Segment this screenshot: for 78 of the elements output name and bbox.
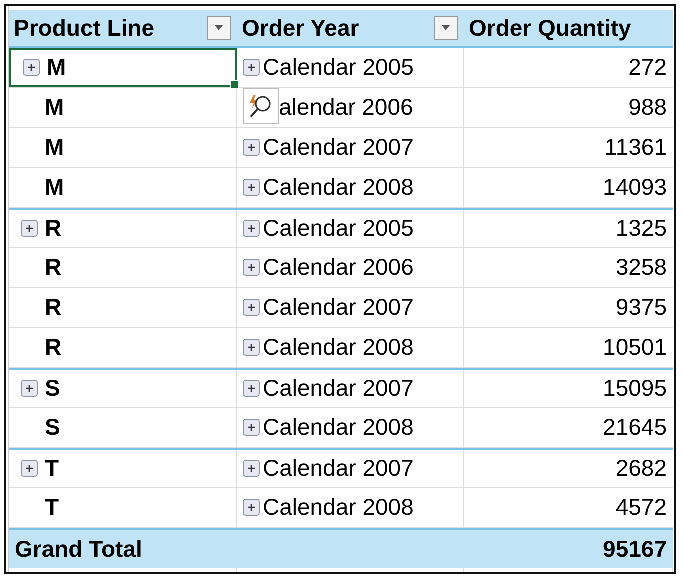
grand-total-label: Grand Total [15,536,142,562]
plus-icon [247,303,256,312]
order-quantity-cell: 10501 [603,334,667,361]
plus-icon [247,63,256,72]
order-year-cell: Calendar 2008 [263,174,414,201]
expand-button[interactable] [21,220,38,237]
order-year-cell: Calendar 2008 [263,334,414,361]
expand-button[interactable] [243,419,260,436]
plus-icon [247,143,256,152]
expand-button[interactable] [243,59,260,76]
product-line-cell: M [45,174,64,201]
product-line-cell: R [45,254,62,281]
order-year-cell: Calendar 2007 [263,294,414,321]
plus-icon [25,464,34,473]
order-quantity-cell: 272 [628,54,667,81]
order-year-cell: Calendar 2005 [263,54,414,81]
plus-icon [247,384,256,393]
expand-button[interactable] [243,499,260,516]
expand-button[interactable] [243,139,260,156]
order-year-cell: alendar 2006 [279,94,414,121]
product-line-cell: R [45,334,62,361]
order-quantity-cell: 21645 [603,414,667,441]
caret-icon [441,25,451,31]
selected-cell[interactable]: M [9,48,237,87]
plus-icon [247,464,256,473]
expand-button[interactable] [243,339,260,356]
plus-icon [247,503,256,512]
order-quantity-cell: 11361 [604,134,667,161]
quick-analysis-button[interactable] [243,88,279,124]
order-year-cell: Calendar 2005 [263,215,414,242]
order-quantity-cell: 988 [628,94,667,121]
expand-button[interactable] [243,259,260,276]
order-quantity-cell: 14093 [603,174,667,201]
product-line-cell: M [45,134,64,161]
product-line-cell: S [45,414,60,441]
order-quantity-cell: 4572 [616,494,667,521]
plus-icon [247,343,256,352]
order-quantity-cell: 1325 [616,215,667,242]
expand-button[interactable] [243,380,260,397]
product-line-cell: M [47,54,66,81]
expand-button[interactable] [21,460,38,477]
column-header: Product Line [14,14,155,42]
filter-dropdown-button[interactable] [434,16,458,40]
order-quantity-cell: 9375 [616,294,667,321]
product-line-cell: M [45,94,64,121]
fill-handle[interactable] [230,80,239,89]
grand-total-value: 95167 [603,536,667,562]
product-line-cell: S [45,375,60,402]
plus-icon [25,224,34,233]
product-line-cell: T [45,455,60,482]
plus-icon [247,183,256,192]
plus-icon [247,263,256,272]
filter-dropdown-button[interactable] [207,16,231,40]
expand-button[interactable] [243,179,260,196]
expand-button[interactable] [23,59,40,76]
order-year-cell: Calendar 2008 [263,494,414,521]
expand-button[interactable] [21,380,38,397]
plus-icon [25,384,34,393]
order-quantity-cell: 15095 [603,375,667,402]
plus-icon [247,423,256,432]
plus-icon [247,224,256,233]
column-header: Order Year [242,14,360,42]
expand-button[interactable] [243,299,260,316]
caret-icon [214,25,224,31]
order-year-cell: Calendar 2008 [263,414,414,441]
plus-icon [27,63,36,72]
order-year-cell: Calendar 2006 [263,254,414,281]
product-line-cell: R [45,294,62,321]
expand-button[interactable] [243,460,260,477]
column-header: Order Quantity [469,14,632,42]
product-line-cell: T [45,494,60,521]
order-quantity-cell: 3258 [616,254,667,281]
product-line-cell: R [45,215,62,242]
expand-button[interactable] [243,220,260,237]
order-year-cell: Calendar 2007 [263,375,414,402]
order-quantity-cell: 2682 [616,455,667,482]
order-year-cell: Calendar 2007 [263,134,414,161]
order-year-cell: Calendar 2007 [263,455,414,482]
